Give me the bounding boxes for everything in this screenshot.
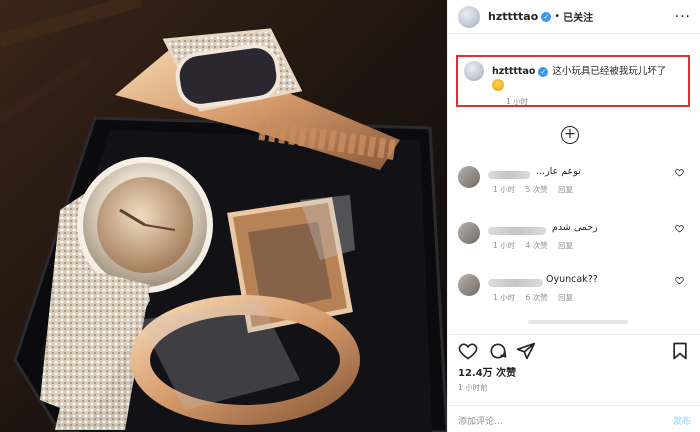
blurred-username[interactable] bbox=[488, 227, 546, 235]
reply-button[interactable]: 回复 bbox=[558, 293, 573, 302]
caption-highlight-box: hzttttao ✓ 这小玩具已经被我玩儿坏了 1 小时 bbox=[456, 55, 690, 107]
load-more-comments-icon[interactable]: + bbox=[561, 126, 579, 144]
grimacing-emoji-icon bbox=[492, 79, 504, 91]
heart-icon[interactable] bbox=[675, 276, 684, 285]
verified-badge-icon: ✓ bbox=[541, 11, 552, 22]
watches-photo-illustration bbox=[0, 0, 447, 432]
heart-icon[interactable] bbox=[675, 224, 684, 233]
caption-avatar[interactable] bbox=[464, 61, 484, 81]
comment-time: 1 小时 bbox=[493, 293, 516, 302]
comment-time: 1 小时 bbox=[493, 241, 516, 250]
more-options-icon[interactable]: ··· bbox=[675, 9, 691, 25]
comment-likes[interactable]: 5 次赞 bbox=[526, 185, 548, 194]
comment-text: ...توعم عار bbox=[536, 166, 581, 177]
verified-badge-icon: ✓ bbox=[538, 67, 549, 77]
heart-icon[interactable] bbox=[458, 341, 478, 361]
comment-time: 1 小时 bbox=[493, 185, 516, 194]
post-comment-button[interactable]: 发布 bbox=[673, 414, 691, 427]
comment-text: رحمى شدم bbox=[552, 222, 598, 233]
follow-status-button[interactable]: 已关注 bbox=[563, 9, 593, 24]
post-photo[interactable] bbox=[0, 0, 447, 432]
action-bar bbox=[448, 334, 700, 363]
bookmark-icon[interactable] bbox=[670, 341, 690, 361]
reply-button[interactable]: 回复 bbox=[558, 185, 573, 194]
comment-meta: 1 小时 4 次赞 回复 bbox=[493, 240, 581, 251]
commenter-avatar[interactable] bbox=[458, 222, 480, 244]
separator-dot: • bbox=[554, 11, 561, 22]
comment-icon[interactable] bbox=[488, 341, 508, 361]
blurred-username[interactable] bbox=[488, 279, 543, 287]
caption-line: hzttttao ✓ 这小玩具已经被我玩儿坏了 bbox=[492, 63, 666, 77]
add-comment-input[interactable]: 添加评论... bbox=[458, 414, 503, 427]
comment-likes[interactable]: 6 次赞 bbox=[526, 293, 548, 302]
comment-likes[interactable]: 4 次赞 bbox=[526, 241, 548, 250]
caption-username[interactable]: hzttttao bbox=[492, 66, 535, 77]
comment-meta: 1 小时 6 次赞 回复 bbox=[493, 292, 581, 303]
list-item: Oyuncak?? 1 小时 6 次赞 回复 bbox=[458, 270, 688, 316]
reply-button[interactable]: 回复 bbox=[558, 241, 573, 250]
post-timestamp: 1 小时前 bbox=[458, 383, 488, 392]
commenter-avatar[interactable] bbox=[458, 166, 480, 188]
likes-count[interactable]: 12.4万 次赞 bbox=[458, 364, 516, 379]
blurred-hidden-comment bbox=[528, 320, 628, 324]
list-item: ...توعم عار 1 小时 5 次赞 回复 bbox=[458, 162, 688, 208]
comment-text: Oyuncak?? bbox=[546, 274, 598, 285]
comment-meta: 1 小时 5 次赞 回复 bbox=[493, 184, 581, 195]
heart-icon[interactable] bbox=[675, 168, 684, 177]
post-side-panel: hzttttao ✓ • 已关注 ··· hzttttao ✓ 这小玩具已经被我玩儿… bbox=[447, 0, 700, 432]
commenter-avatar[interactable] bbox=[458, 274, 480, 296]
avatar[interactable] bbox=[458, 5, 480, 28]
post-header: hzttttao ✓ • 已关注 ··· bbox=[448, 0, 700, 34]
list-item: رحمى شدم 1 小时 4 次赞 回复 bbox=[458, 218, 688, 264]
caption-timestamp: 1 小时 bbox=[506, 97, 529, 106]
caption-text: 这小玩具已经被我玩儿坏了 bbox=[552, 66, 667, 77]
username-link[interactable]: hzttttao bbox=[488, 10, 538, 23]
blurred-username[interactable] bbox=[488, 171, 530, 179]
comment-composer: 添加评论... 发布 bbox=[448, 405, 700, 432]
share-icon[interactable] bbox=[516, 341, 536, 361]
